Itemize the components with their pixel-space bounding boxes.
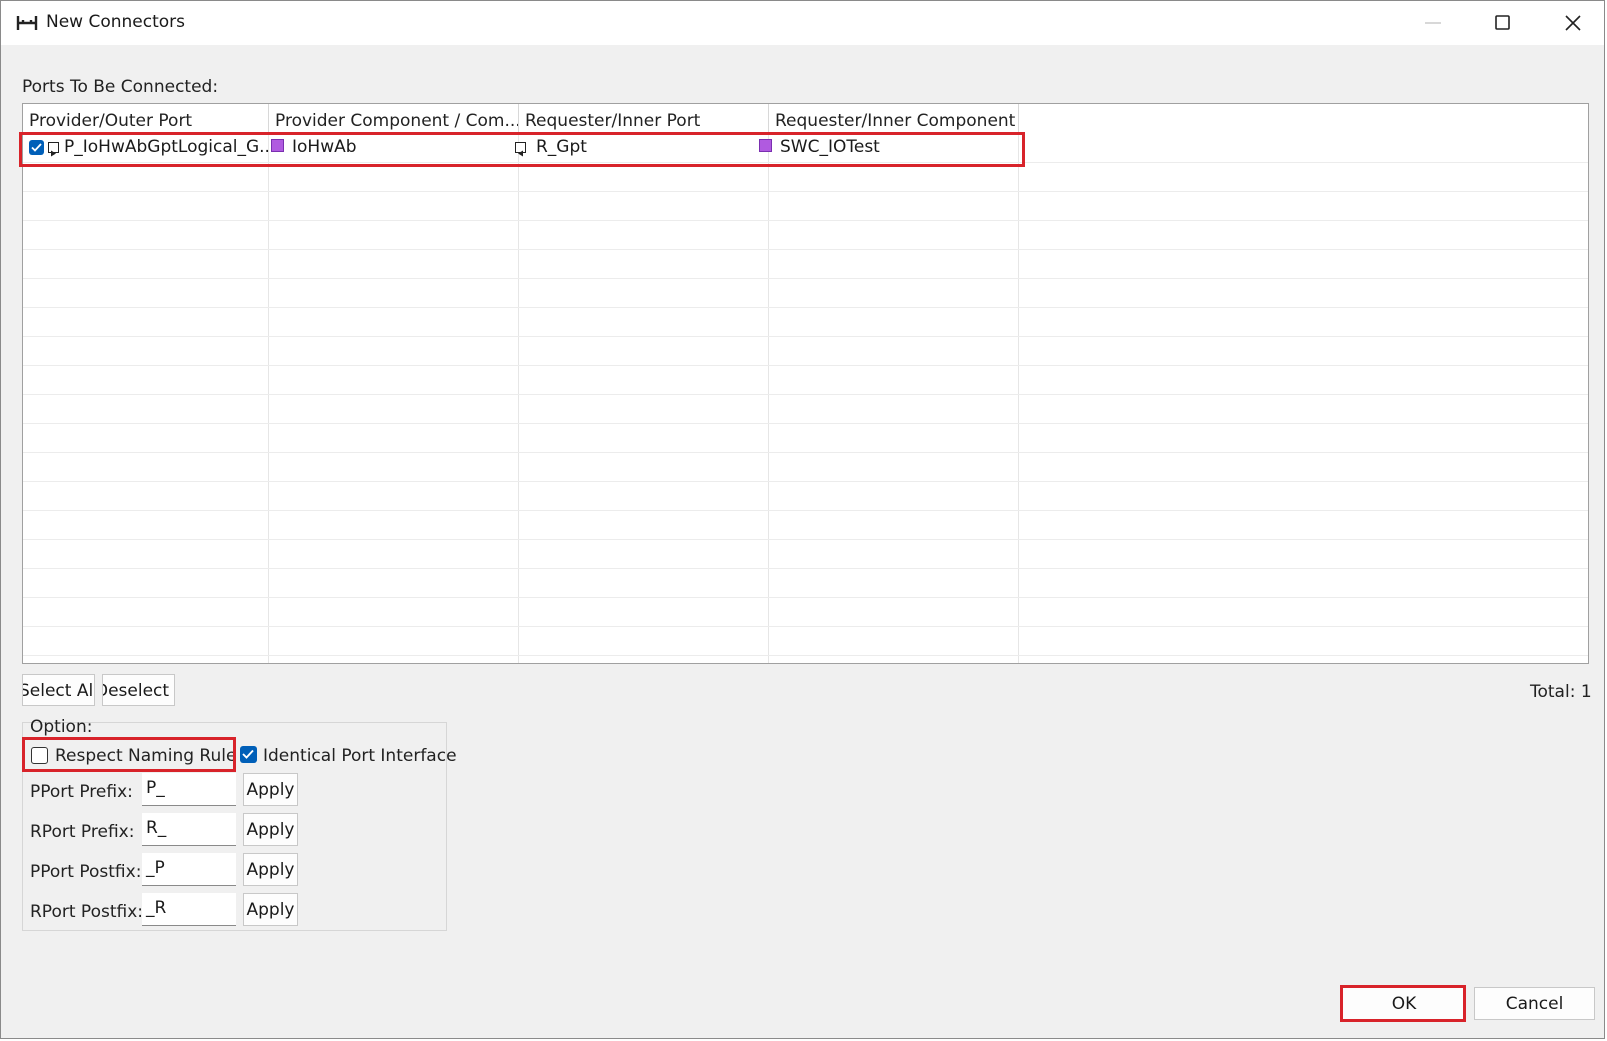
close-icon xyxy=(1565,15,1581,31)
minimize-icon xyxy=(1425,22,1441,24)
identical-port-interface-label[interactable]: Identical Port Interface xyxy=(263,746,457,766)
row-divider xyxy=(23,626,1588,627)
row-divider xyxy=(23,481,1588,482)
title-bar[interactable]: New Connectors xyxy=(1,1,1604,45)
new-connectors-dialog: New Connectors Ports To Be Connected: Pr… xyxy=(0,0,1605,1039)
select-all-label: Select All xyxy=(22,681,95,701)
identical-port-interface-box[interactable] xyxy=(240,746,257,763)
row-divider xyxy=(23,365,1588,366)
deselect-all-button[interactable]: Deselect All xyxy=(102,674,175,706)
provider-component-cell: IoHwAb xyxy=(292,137,357,157)
rport-prefix-input[interactable]: R_ xyxy=(142,813,236,846)
row-divider xyxy=(23,510,1588,511)
row-divider xyxy=(23,423,1588,424)
row-divider xyxy=(23,336,1588,337)
row-divider xyxy=(23,452,1588,453)
row-divider xyxy=(23,191,1588,192)
component-icon xyxy=(271,139,284,152)
ok-button[interactable]: OK xyxy=(1342,987,1466,1020)
maximize-icon xyxy=(1495,15,1510,30)
cancel-button[interactable]: Cancel xyxy=(1474,987,1595,1020)
select-all-button[interactable]: Select All xyxy=(22,674,95,706)
connector-icon xyxy=(15,11,39,35)
column-divider xyxy=(768,133,769,663)
column-divider xyxy=(1018,133,1019,663)
rport-prefix-apply-button[interactable]: Apply xyxy=(243,813,298,846)
provider-port-icon xyxy=(48,142,59,157)
window-title: New Connectors xyxy=(46,12,186,32)
options-group-label: Option: xyxy=(30,717,93,737)
checkmark-icon xyxy=(31,143,42,152)
rport-postfix-label: RPort Postfix: xyxy=(30,902,143,922)
column-header-requester-component[interactable]: Requester/Inner Component xyxy=(769,104,1019,133)
row-divider xyxy=(23,568,1588,569)
row-divider xyxy=(23,394,1588,395)
requester-port-icon xyxy=(515,142,526,157)
close-button[interactable] xyxy=(1538,1,1607,45)
ports-to-be-connected-label: Ports To Be Connected: xyxy=(22,77,219,97)
column-header-provider-port[interactable]: Provider/Outer Port xyxy=(23,104,269,133)
respect-naming-rule-box[interactable] xyxy=(31,747,48,764)
column-divider xyxy=(268,133,269,663)
column-header-requester-port[interactable]: Requester/Inner Port xyxy=(519,104,769,133)
pport-prefix-label: PPort Prefix: xyxy=(30,782,133,802)
row-divider xyxy=(23,278,1588,279)
row-checkbox[interactable] xyxy=(29,140,44,155)
requester-port-cell: R_Gpt xyxy=(536,137,587,157)
component-icon xyxy=(759,139,772,152)
pport-postfix-apply-button[interactable]: Apply xyxy=(243,853,298,886)
maximize-button[interactable] xyxy=(1468,1,1538,45)
rport-postfix-apply-button[interactable]: Apply xyxy=(243,893,298,926)
table-header: Provider/Outer Port Provider Component /… xyxy=(23,104,1588,133)
row-divider xyxy=(23,162,1588,163)
deselect-all-label: Deselect All xyxy=(102,681,174,701)
column-header-provider-component[interactable]: Provider Component / Com... xyxy=(269,104,519,133)
total-count-label: Total: 1 xyxy=(1530,682,1592,702)
pport-postfix-label: PPort Postfix: xyxy=(30,862,142,882)
column-divider xyxy=(518,133,519,663)
provider-port-cell: P_IoHwAbGptLogical_G... xyxy=(64,137,276,157)
ports-table[interactable]: Provider/Outer Port Provider Component /… xyxy=(22,103,1589,664)
minimize-button[interactable] xyxy=(1398,1,1468,45)
row-divider xyxy=(23,539,1588,540)
respect-naming-rule-label[interactable]: Respect Naming Rule xyxy=(55,746,236,766)
pport-postfix-input[interactable]: _P xyxy=(142,853,236,886)
row-divider xyxy=(23,249,1588,250)
rport-prefix-label: RPort Prefix: xyxy=(30,822,135,842)
row-divider xyxy=(23,220,1588,221)
row-divider xyxy=(23,655,1588,656)
row-divider xyxy=(23,307,1588,308)
pport-prefix-apply-button[interactable]: Apply xyxy=(243,773,298,806)
rport-postfix-input[interactable]: _R xyxy=(142,893,236,926)
checkmark-icon xyxy=(242,749,254,759)
pport-prefix-input[interactable]: P_ xyxy=(142,773,236,806)
requester-component-cell: SWC_IOTest xyxy=(780,137,880,157)
row-divider xyxy=(23,597,1588,598)
